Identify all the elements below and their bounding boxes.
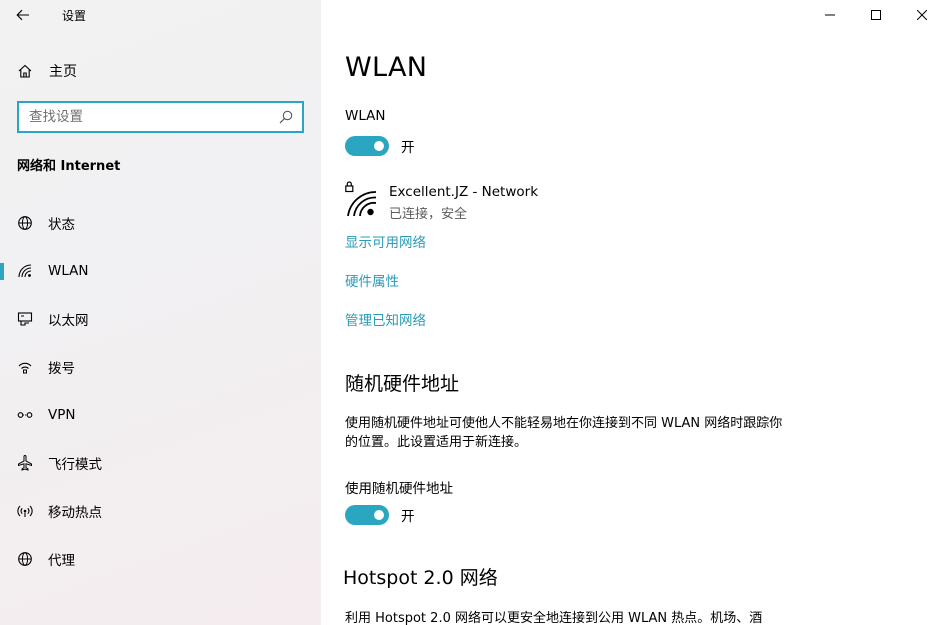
sidebar-item-wlan[interactable]: WLAN: [0, 251, 321, 291]
vpn-icon: [17, 407, 33, 423]
window-controls: [807, 0, 945, 30]
toggle-knob: [374, 141, 384, 151]
hardware-properties-link[interactable]: 硬件属性: [345, 270, 399, 290]
maximize-icon: [871, 10, 881, 20]
hotspot-description: 利用 Hotspot 2.0 网络可以更安全地连接到公用 WLAN 热点。机场、…: [345, 611, 763, 625]
ethernet-icon: [17, 311, 33, 327]
manage-known-networks-link[interactable]: 管理已知网络: [345, 309, 426, 329]
search-icon[interactable]: [278, 109, 294, 125]
random-mac-description: 使用随机硬件地址可使他人不能轻易地在你连接到不同 WLAN 网络时跟踪你的位置。…: [345, 416, 783, 450]
sidebar-item-ethernet[interactable]: 以太网: [0, 299, 321, 339]
wlan-toggle-state: 开: [401, 140, 415, 156]
sidebar-item-status[interactable]: 状态: [0, 203, 321, 243]
network-text: Excellent.JZ - Network 已连接，安全: [389, 184, 538, 222]
globe-icon: [17, 215, 33, 231]
random-mac-toggle-state: 开: [401, 509, 415, 525]
sidebar-item-airplane[interactable]: 飞行模式: [0, 443, 321, 483]
titlebar-left: 设置: [0, 0, 321, 30]
close-button[interactable]: [899, 0, 945, 30]
sidebar-item-label: 主页: [49, 64, 77, 80]
sidebar-item-label: VPN: [48, 407, 76, 423]
sidebar-item-label: 代理: [48, 553, 75, 569]
toggle-knob: [374, 510, 384, 520]
sidebar-item-label: WLAN: [48, 263, 89, 279]
wifi-icon: [17, 263, 33, 279]
dialup-icon: [17, 359, 33, 375]
sidebar-item-hotspot[interactable]: 移动热点: [0, 491, 321, 531]
sidebar-item-proxy[interactable]: 代理: [0, 539, 321, 579]
sidebar-item-label: 飞行模式: [48, 457, 102, 473]
random-mac-toggle[interactable]: [345, 505, 389, 525]
wlan-label: WLAN: [345, 108, 386, 124]
sidebar: 设置 主页 网络和 Internet 状态: [0, 0, 321, 625]
network-status: 已连接，安全: [389, 207, 468, 222]
wlan-toggle[interactable]: [345, 136, 389, 156]
secure-wifi-icon: [345, 181, 377, 217]
minimize-button[interactable]: [807, 0, 853, 30]
random-mac-toggle-label: 使用随机硬件地址: [345, 481, 453, 497]
search-input[interactable]: [19, 109, 278, 125]
section-title: 网络和 Internet: [17, 159, 121, 174]
main-content: WLAN WLAN 开 Excellent.JZ - Network 已连接，安…: [321, 0, 945, 625]
connected-network[interactable]: Excellent.JZ - Network 已连接，安全: [345, 180, 538, 222]
sidebar-item-label: 移动热点: [48, 505, 102, 521]
back-arrow-icon: [16, 9, 29, 21]
globe-icon: [17, 551, 33, 567]
network-name: Excellent.JZ - Network: [389, 184, 539, 200]
sidebar-item-home[interactable]: 主页: [0, 56, 321, 86]
show-available-networks-link[interactable]: 显示可用网络: [345, 231, 426, 251]
sidebar-item-label: 状态: [48, 217, 75, 233]
page-title: WLAN: [345, 52, 428, 83]
airplane-icon: [17, 455, 33, 471]
wlan-toggle-row: 开: [345, 136, 415, 156]
hotspot-icon: [17, 503, 33, 519]
sidebar-item-label: 以太网: [48, 313, 89, 329]
home-icon: [17, 63, 33, 79]
sidebar-item-vpn[interactable]: VPN: [0, 395, 321, 435]
search-box[interactable]: [17, 101, 304, 133]
random-mac-heading: 随机硬件地址: [345, 373, 460, 395]
back-button[interactable]: [0, 0, 46, 30]
random-mac-toggle-row: 开: [345, 505, 415, 525]
close-icon: [917, 10, 927, 20]
hotspot-heading: Hotspot 2.0 网络: [343, 567, 498, 589]
sidebar-item-dialup[interactable]: 拨号: [0, 347, 321, 387]
maximize-button[interactable]: [853, 0, 899, 30]
minimize-icon: [825, 14, 835, 16]
sidebar-item-label: 拨号: [48, 361, 75, 377]
app-title: 设置: [62, 8, 87, 23]
